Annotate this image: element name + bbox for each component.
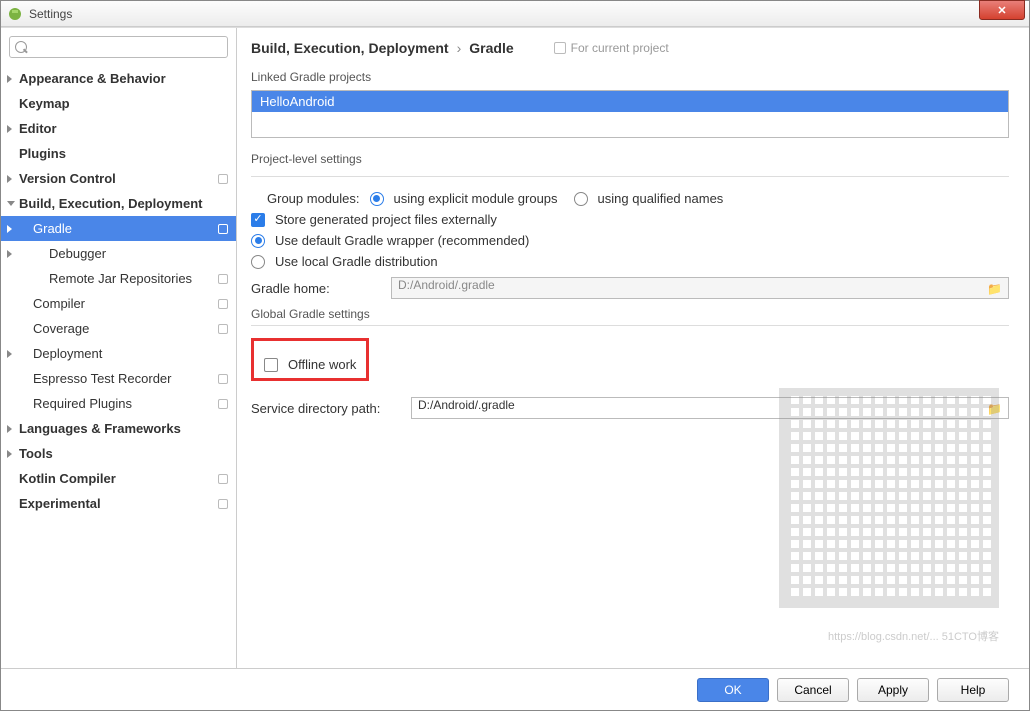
project-scope-icon bbox=[218, 399, 228, 409]
breadcrumb-parent[interactable]: Build, Execution, Deployment bbox=[251, 40, 449, 56]
tree-item-tools[interactable]: Tools bbox=[1, 441, 236, 466]
arrow-right-icon bbox=[7, 450, 12, 458]
arrow-right-icon bbox=[7, 425, 12, 433]
search-input[interactable] bbox=[9, 36, 228, 58]
tree-item-label: Gradle bbox=[33, 221, 72, 236]
arrow-right-icon bbox=[7, 250, 12, 258]
arrow-down-icon bbox=[7, 201, 15, 206]
project-scope-icon bbox=[218, 299, 228, 309]
offline-work-highlight: Offline work bbox=[251, 338, 369, 381]
dialog-footer: OK Cancel Apply Help bbox=[1, 668, 1029, 710]
linked-project-item[interactable]: HelloAndroid bbox=[252, 91, 1008, 112]
linked-projects-list[interactable]: HelloAndroid bbox=[251, 90, 1009, 138]
checkbox-offline-work[interactable] bbox=[264, 358, 278, 372]
tree-item-label: Plugins bbox=[19, 146, 66, 161]
tree-item-label: Version Control bbox=[19, 171, 116, 186]
tree-item-label: Required Plugins bbox=[33, 396, 132, 411]
tree-item-languages-frameworks[interactable]: Languages & Frameworks bbox=[1, 416, 236, 441]
tree-item-gradle[interactable]: Gradle bbox=[1, 216, 236, 241]
tree-item-keymap[interactable]: Keymap bbox=[1, 91, 236, 116]
project-scope-icon bbox=[218, 174, 228, 184]
arrow-right-icon bbox=[7, 225, 12, 233]
project-level-label: Project-level settings bbox=[251, 152, 1009, 166]
radio-local-distribution[interactable] bbox=[251, 255, 265, 269]
service-dir-label: Service directory path: bbox=[251, 401, 411, 416]
main-panel: Build, Execution, Deployment › Gradle Fo… bbox=[237, 28, 1029, 668]
app-icon bbox=[7, 6, 23, 22]
chevron-right-icon: › bbox=[457, 40, 462, 56]
tree-item-deployment[interactable]: Deployment bbox=[1, 341, 236, 366]
global-settings-label: Global Gradle settings bbox=[251, 307, 1009, 321]
tree-item-remote-jar-repositories[interactable]: Remote Jar Repositories bbox=[1, 266, 236, 291]
gradle-home-label: Gradle home: bbox=[251, 281, 391, 296]
sidebar: Appearance & Behavior Keymap Editor Plugins… bbox=[1, 28, 237, 668]
tree-item-label: Tools bbox=[19, 446, 53, 461]
tree-item-espresso-test-recorder[interactable]: Espresso Test Recorder bbox=[1, 366, 236, 391]
tree-item-label: Languages & Frameworks bbox=[19, 421, 181, 436]
tree-item-build-execution-deployment[interactable]: Build, Execution, Deployment bbox=[1, 191, 236, 216]
radio-qualified-label[interactable]: using qualified names bbox=[598, 191, 724, 206]
tree-item-label: Coverage bbox=[33, 321, 89, 336]
tree-item-label: Keymap bbox=[19, 96, 70, 111]
help-button[interactable]: Help bbox=[937, 678, 1009, 702]
arrow-right-icon bbox=[7, 125, 12, 133]
for-current-project-badge: For current project bbox=[554, 41, 669, 55]
group-modules-label: Group modules: bbox=[267, 191, 360, 206]
close-button[interactable]: ✕ bbox=[979, 0, 1025, 20]
radio-explicit-groups[interactable] bbox=[370, 192, 384, 206]
tree-item-coverage[interactable]: Coverage bbox=[1, 316, 236, 341]
project-scope-icon bbox=[218, 324, 228, 334]
tree-item-label: Kotlin Compiler bbox=[19, 471, 116, 486]
tree-item-label: Appearance & Behavior bbox=[19, 71, 166, 86]
radio-default-wrapper[interactable] bbox=[251, 234, 265, 248]
folder-icon[interactable]: 📁 bbox=[987, 282, 1002, 296]
radio-default-wrapper-label[interactable]: Use default Gradle wrapper (recommended) bbox=[275, 233, 529, 248]
tree-item-compiler[interactable]: Compiler bbox=[1, 291, 236, 316]
gradle-home-field: D:/Android/.gradle 📁 bbox=[391, 277, 1009, 299]
tree-item-label: Compiler bbox=[33, 296, 85, 311]
tree-item-label: Espresso Test Recorder bbox=[33, 371, 172, 386]
watermark-text: https://blog.csdn.net/... 51CTO博客 bbox=[828, 628, 999, 644]
settings-tree: Appearance & Behavior Keymap Editor Plugins… bbox=[1, 66, 236, 516]
tree-item-label: Deployment bbox=[33, 346, 102, 361]
arrow-right-icon bbox=[7, 350, 12, 358]
radio-qualified-names[interactable] bbox=[574, 192, 588, 206]
checkbox-store-external-label[interactable]: Store generated project files externally bbox=[275, 212, 497, 227]
project-scope-icon bbox=[218, 224, 228, 234]
cancel-button[interactable]: Cancel bbox=[777, 678, 849, 702]
radio-explicit-label[interactable]: using explicit module groups bbox=[394, 191, 558, 206]
arrow-right-icon bbox=[7, 75, 12, 83]
tree-item-experimental[interactable]: Experimental bbox=[1, 491, 236, 516]
checkbox-store-external[interactable] bbox=[251, 213, 265, 227]
breadcrumb-current: Gradle bbox=[469, 40, 513, 56]
service-dir-field[interactable]: D:/Android/.gradle 📁 bbox=[411, 397, 1009, 419]
tree-item-label: Debugger bbox=[49, 246, 106, 261]
arrow-right-icon bbox=[7, 175, 12, 183]
tree-item-appearance-behavior[interactable]: Appearance & Behavior bbox=[1, 66, 236, 91]
tree-item-debugger[interactable]: Debugger bbox=[1, 241, 236, 266]
tree-item-kotlin-compiler[interactable]: Kotlin Compiler bbox=[1, 466, 236, 491]
tree-item-label: Experimental bbox=[19, 496, 101, 511]
folder-icon[interactable]: 📁 bbox=[987, 402, 1002, 416]
apply-button[interactable]: Apply bbox=[857, 678, 929, 702]
project-scope-icon bbox=[218, 499, 228, 509]
project-scope-icon bbox=[218, 474, 228, 484]
window-title: Settings bbox=[29, 7, 72, 21]
tree-item-label: Build, Execution, Deployment bbox=[19, 196, 202, 211]
ok-button[interactable]: OK bbox=[697, 678, 769, 702]
project-scope-icon bbox=[218, 374, 228, 384]
tree-item-label: Editor bbox=[19, 121, 57, 136]
breadcrumb: Build, Execution, Deployment › Gradle Fo… bbox=[251, 40, 1009, 56]
checkbox-offline-work-label[interactable]: Offline work bbox=[288, 357, 356, 372]
tree-item-editor[interactable]: Editor bbox=[1, 116, 236, 141]
tree-item-version-control[interactable]: Version Control bbox=[1, 166, 236, 191]
project-scope-icon bbox=[218, 274, 228, 284]
titlebar: Settings ✕ bbox=[1, 1, 1029, 27]
radio-local-distribution-label[interactable]: Use local Gradle distribution bbox=[275, 254, 438, 269]
linked-projects-label: Linked Gradle projects bbox=[251, 70, 1009, 84]
tree-item-label: Remote Jar Repositories bbox=[49, 271, 192, 286]
tree-item-required-plugins[interactable]: Required Plugins bbox=[1, 391, 236, 416]
tree-item-plugins[interactable]: Plugins bbox=[1, 141, 236, 166]
